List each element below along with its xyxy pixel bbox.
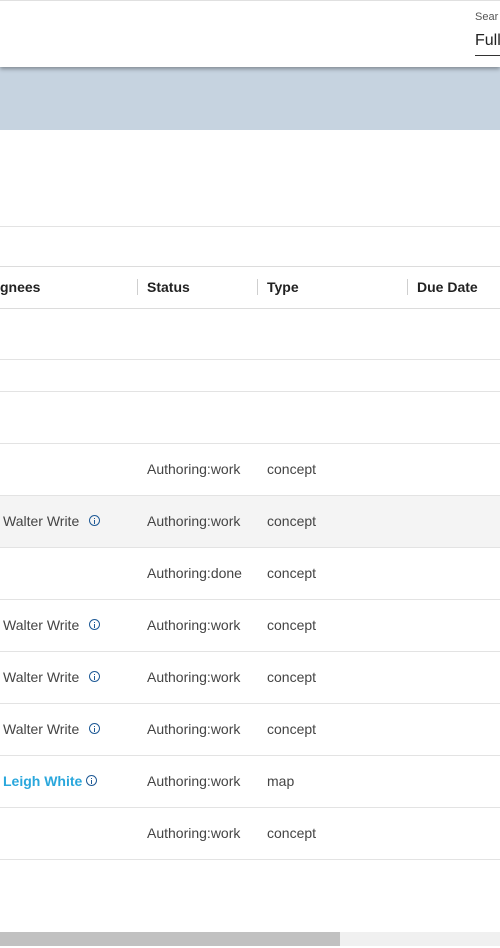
status-cell: Authoring:work: [147, 825, 241, 841]
type-cell: concept: [267, 461, 317, 477]
table-row[interactable]: Walter Write Authoring:work concept: [0, 652, 500, 704]
status-cell: Authoring:work: [147, 461, 241, 477]
type-cell: concept: [267, 669, 317, 685]
status-cell: Authoring:done: [147, 565, 242, 581]
table-row[interactable]: [0, 392, 500, 444]
table-row[interactable]: Walter Write Authoring:work concept: [0, 704, 500, 756]
type-cell: concept: [267, 721, 317, 737]
status-cell: Authoring:work: [147, 721, 241, 737]
type-cell: concept: [267, 513, 317, 529]
assignee-cell: Walter Write: [3, 513, 80, 529]
table-row[interactable]: [0, 340, 500, 392]
assignee-cell: Walter Write: [3, 721, 80, 737]
status-cell: Authoring:work: [147, 513, 241, 529]
column-separator[interactable]: [407, 279, 408, 295]
status-cell: Authoring:work: [147, 773, 241, 789]
column-header-status[interactable]: Status: [147, 279, 190, 295]
assignee-cell: Walter Write: [3, 617, 80, 633]
search-label: Sear: [475, 11, 499, 23]
type-cell: concept: [267, 617, 317, 633]
type-cell: concept: [267, 565, 317, 581]
status-cell: Authoring:work: [147, 617, 241, 633]
table-row[interactable]: Walter Write Authoring:work concept: [0, 600, 500, 652]
info-icon[interactable]: [86, 775, 97, 786]
table-row[interactable]: Leigh White Authoring:work map: [0, 756, 500, 808]
table-row[interactable]: Authoring:work concept: [0, 808, 500, 860]
info-icon[interactable]: [89, 515, 100, 526]
table-row[interactable]: Authoring:work concept: [0, 444, 500, 496]
info-icon[interactable]: [89, 723, 100, 734]
column-header-due-date[interactable]: Due Date: [417, 279, 478, 295]
table-header: gnees Status Type Due Date: [0, 266, 500, 309]
scrollbar-thumb[interactable]: [0, 932, 340, 946]
status-cell: Authoring:work: [147, 669, 241, 685]
assignee-link[interactable]: Leigh White: [3, 773, 82, 789]
top-toolbar: Sear Full: [0, 0, 500, 67]
column-separator[interactable]: [257, 279, 258, 295]
divider: [0, 226, 500, 227]
type-cell: concept: [267, 825, 317, 841]
header-band: [0, 67, 500, 130]
search-field[interactable]: Full: [475, 32, 500, 56]
assignee-cell: Walter Write: [3, 669, 80, 685]
table-row[interactable]: Authoring:done concept: [0, 548, 500, 600]
type-cell: map: [267, 773, 295, 789]
horizontal-scrollbar[interactable]: [0, 932, 500, 946]
column-header-assignees[interactable]: gnees: [0, 279, 40, 295]
column-header-type[interactable]: Type: [267, 279, 299, 295]
column-separator[interactable]: [137, 279, 138, 295]
table-row[interactable]: Walter Write Authoring:work concept: [0, 496, 500, 548]
info-icon[interactable]: [89, 619, 100, 630]
info-icon[interactable]: [89, 671, 100, 682]
